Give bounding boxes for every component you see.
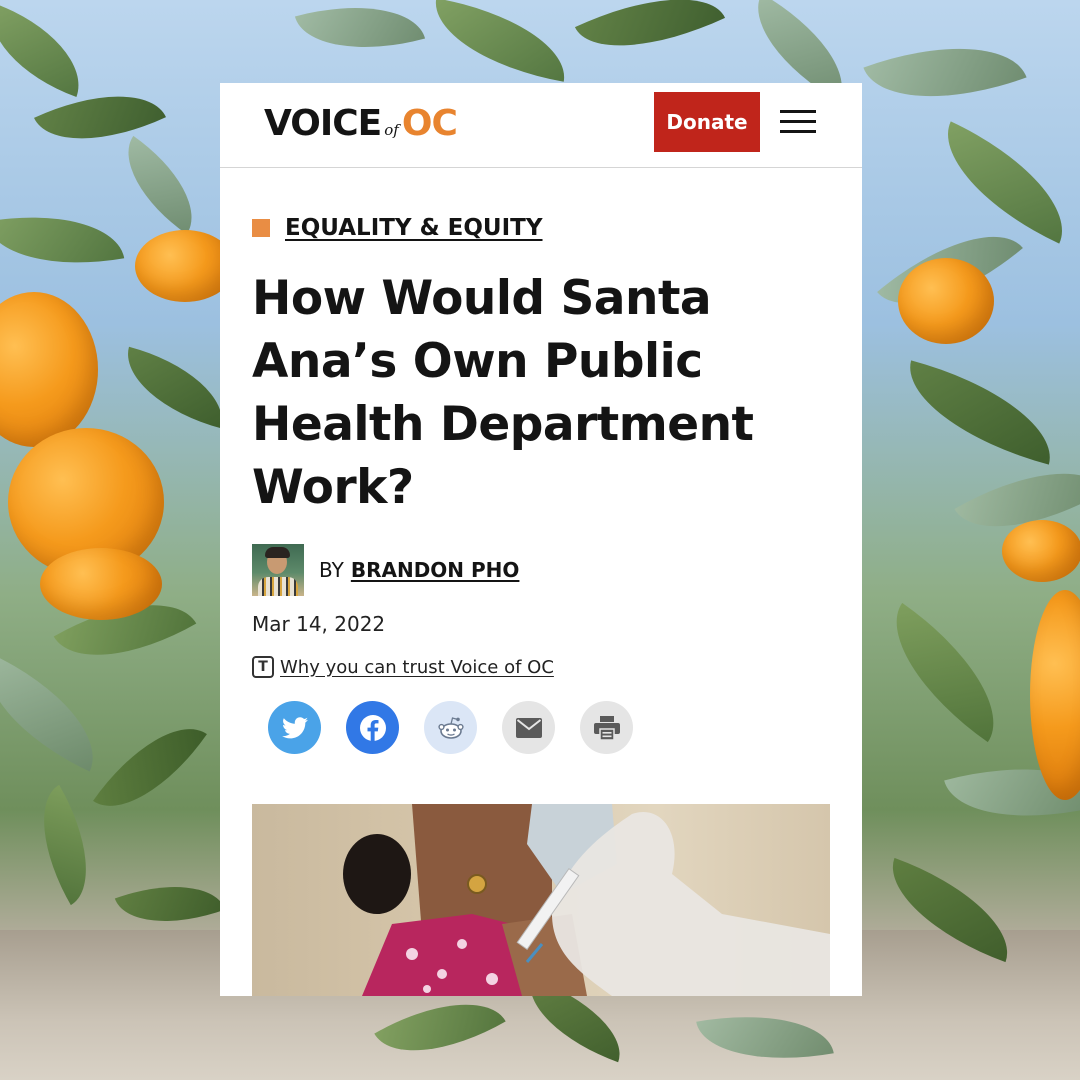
- share-twitter-button[interactable]: [268, 701, 321, 754]
- byline: BY BRANDON PHO: [252, 544, 519, 596]
- share-reddit-button[interactable]: [424, 701, 477, 754]
- headline-line: Health Department: [252, 397, 754, 452]
- trust-icon: T: [252, 656, 274, 678]
- headline-line: Work?: [252, 460, 414, 515]
- article-headline: How Would Santa Ana’s Own Public Health …: [252, 267, 822, 519]
- reddit-icon: [437, 716, 464, 739]
- category-label: EQUALITY & EQUITY: [252, 215, 543, 241]
- headline-line: Ana’s Own Public: [252, 334, 703, 389]
- publish-date: Mar 14, 2022: [252, 612, 386, 636]
- vaccination-photo: [343, 804, 830, 996]
- logo-of-text: of: [384, 121, 399, 139]
- author-link[interactable]: BRANDON PHO: [351, 558, 520, 582]
- share-buttons: [268, 701, 658, 754]
- category-link[interactable]: EQUALITY & EQUITY: [285, 215, 543, 241]
- author-avatar[interactable]: [252, 544, 304, 596]
- trust-link-row: T Why you can trust Voice of OC: [252, 656, 554, 678]
- share-email-button[interactable]: [502, 701, 555, 754]
- category-square-icon: [252, 219, 270, 237]
- voice-of-oc-logo[interactable]: VOICE of OC: [264, 103, 458, 147]
- byline-prefix: BY: [319, 558, 344, 582]
- orange-fruit: [40, 548, 162, 620]
- donate-button[interactable]: Donate: [654, 92, 760, 152]
- print-icon: [593, 715, 620, 740]
- share-print-button[interactable]: [580, 701, 633, 754]
- article-hero-image[interactable]: [252, 804, 830, 996]
- logo-voice-text: VOICE: [264, 103, 382, 144]
- headline-line: How Would Santa: [252, 271, 712, 326]
- article-card: VOICE of OC Donate EQUALITY & EQUITY How…: [220, 83, 862, 996]
- orange-fruit: [1030, 590, 1080, 800]
- email-icon: [515, 717, 542, 738]
- orange-fruit: [898, 258, 994, 344]
- site-header: VOICE of OC Donate: [220, 83, 862, 168]
- share-facebook-button[interactable]: [346, 701, 399, 754]
- trust-link[interactable]: Why you can trust Voice of OC: [280, 657, 554, 678]
- facebook-icon: [359, 714, 386, 741]
- orange-fruit: [0, 292, 98, 447]
- logo-oc-text: OC: [401, 103, 458, 144]
- hamburger-menu-icon[interactable]: [780, 110, 818, 136]
- orange-fruit: [1002, 520, 1080, 582]
- twitter-icon: [281, 716, 308, 738]
